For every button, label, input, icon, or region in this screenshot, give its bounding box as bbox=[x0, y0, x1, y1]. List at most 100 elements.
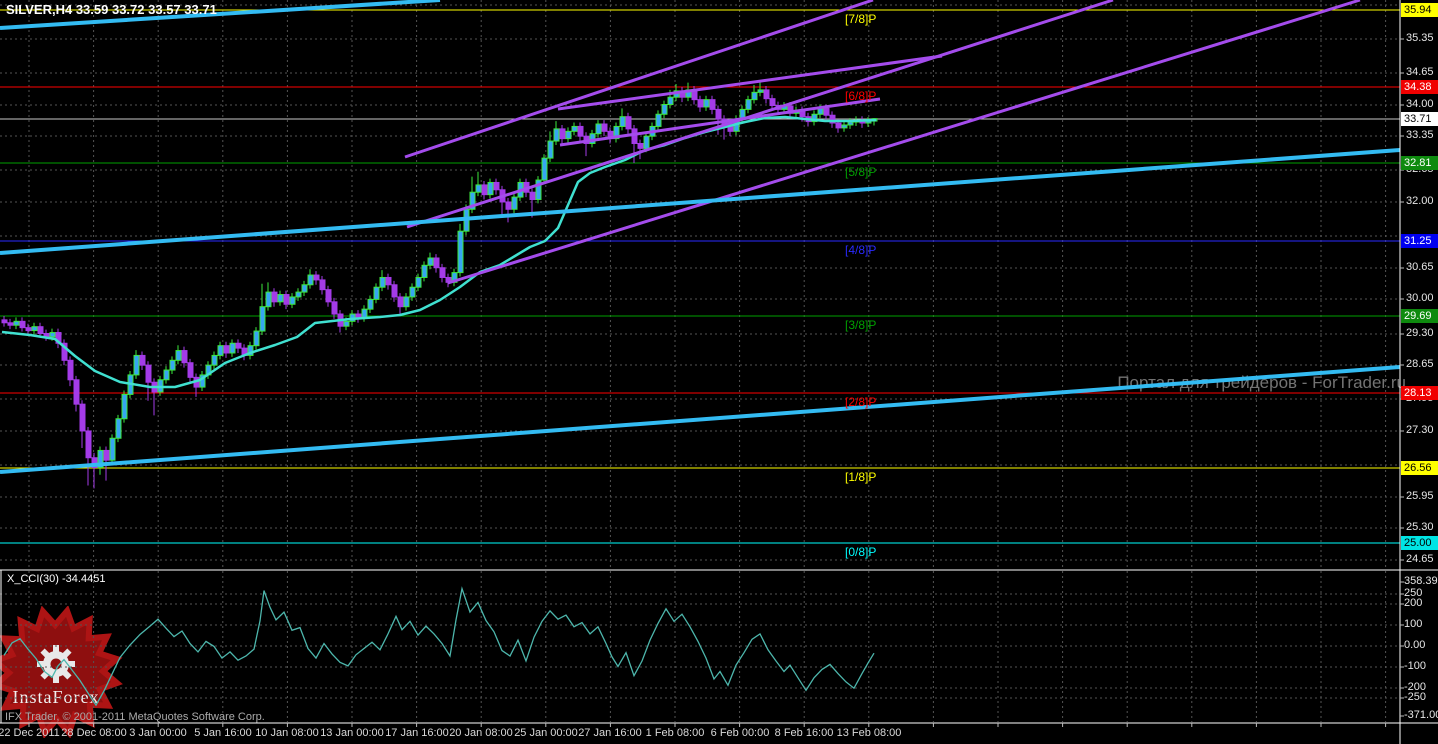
candle-body bbox=[307, 274, 314, 286]
candle-body bbox=[235, 342, 242, 349]
candle-body bbox=[721, 118, 728, 127]
candle-body bbox=[355, 313, 362, 319]
candle-body bbox=[205, 364, 212, 376]
candle-body bbox=[115, 418, 122, 439]
price-label: 27.30 bbox=[1406, 424, 1434, 436]
candle-body bbox=[31, 326, 38, 332]
price-badge: 25.00 bbox=[1401, 536, 1438, 550]
candle-body bbox=[91, 457, 98, 468]
candle-body bbox=[583, 135, 590, 144]
murrey-label: [0/8]P bbox=[845, 545, 877, 559]
candle-body bbox=[847, 121, 854, 126]
time-label[interactable]: 28 Dec 08:00 bbox=[61, 727, 126, 739]
candle-body bbox=[481, 184, 488, 196]
candle-body bbox=[361, 308, 368, 319]
candle-body bbox=[397, 296, 404, 308]
price-badge: 28.13 bbox=[1401, 386, 1438, 400]
candle-body bbox=[469, 191, 476, 210]
candle-body bbox=[559, 128, 566, 140]
candle-body bbox=[745, 99, 752, 110]
candle-body bbox=[523, 181, 530, 193]
candle-body bbox=[25, 327, 32, 332]
murrey-label: [1/8]P bbox=[845, 470, 877, 484]
trend-line-purple bbox=[559, 97, 881, 147]
cci-scale-label: 200 bbox=[1404, 597, 1423, 609]
candle-body bbox=[685, 89, 692, 98]
candle-body bbox=[283, 294, 290, 305]
candle-body bbox=[277, 294, 284, 303]
candle-body bbox=[145, 364, 152, 383]
murrey-label: [2/8]P bbox=[845, 395, 877, 409]
time-label[interactable]: 27 Jan 16:00 bbox=[578, 727, 642, 739]
time-label[interactable]: 6 Feb 00:00 bbox=[711, 727, 770, 739]
copyright-text: IFX Trader, © 2001-2011 MetaQuotes Softw… bbox=[5, 711, 265, 723]
candle-body bbox=[19, 320, 26, 329]
candle-body bbox=[547, 140, 554, 159]
price-label: 34.00 bbox=[1406, 98, 1434, 110]
candle-body bbox=[655, 113, 662, 127]
candle-body bbox=[37, 326, 44, 335]
candle-body bbox=[673, 90, 680, 98]
price-label: 32.00 bbox=[1406, 195, 1434, 207]
candle-body bbox=[391, 284, 398, 298]
candle-body bbox=[325, 289, 332, 303]
murrey-label: [3/8]P bbox=[845, 318, 877, 332]
candle-body bbox=[493, 181, 500, 191]
candle-body bbox=[553, 128, 560, 142]
time-label[interactable]: 20 Jan 08:00 bbox=[449, 727, 513, 739]
murrey-label: [6/8]P bbox=[845, 89, 877, 103]
time-label[interactable]: 25 Jan 00:00 bbox=[514, 727, 578, 739]
candle-body bbox=[211, 354, 218, 366]
candle-body bbox=[139, 354, 146, 366]
candle-body bbox=[667, 96, 674, 106]
price-badge: 35.94 bbox=[1401, 3, 1438, 17]
trend-line-purple bbox=[557, 54, 943, 111]
candle-body bbox=[787, 105, 794, 114]
price-label: 34.65 bbox=[1406, 66, 1434, 78]
murrey-label: [5/8]P bbox=[845, 165, 877, 179]
price-label: 35.35 bbox=[1406, 32, 1434, 44]
candle-body bbox=[457, 230, 464, 274]
time-label[interactable]: 17 Jan 16:00 bbox=[385, 727, 449, 739]
candle-body bbox=[769, 98, 776, 106]
time-label[interactable]: 13 Feb 08:00 bbox=[837, 727, 902, 739]
price-label: 33.35 bbox=[1406, 129, 1434, 141]
time-label[interactable]: 1 Feb 08:00 bbox=[646, 727, 705, 739]
price-label: 30.00 bbox=[1406, 292, 1434, 304]
candle-body bbox=[97, 449, 104, 468]
candle-body bbox=[403, 296, 410, 308]
time-label[interactable]: 10 Jan 08:00 bbox=[255, 727, 319, 739]
candle-body bbox=[865, 120, 872, 124]
candle-body bbox=[511, 196, 518, 210]
chart-title-ohlc: SILVER,H4 33.59 33.72 33.57 33.71 bbox=[6, 2, 217, 17]
candle-body bbox=[265, 291, 272, 308]
candle-body bbox=[175, 350, 182, 361]
candle-body bbox=[799, 109, 806, 118]
time-label[interactable]: 13 Jan 00:00 bbox=[320, 727, 384, 739]
cci-scale-label: -250 bbox=[1404, 691, 1427, 703]
candle-body bbox=[415, 276, 422, 288]
time-label[interactable]: 8 Feb 16:00 bbox=[775, 727, 834, 739]
candle-body bbox=[421, 264, 428, 278]
candle-body bbox=[127, 374, 134, 395]
candle-body bbox=[571, 125, 578, 132]
price-label: 24.65 bbox=[1406, 553, 1434, 565]
candle-body bbox=[427, 257, 434, 266]
candle-body bbox=[661, 104, 668, 115]
candle-body bbox=[379, 276, 386, 288]
candle-body bbox=[691, 89, 698, 101]
candle-body bbox=[337, 313, 344, 327]
time-label[interactable]: 22 Dec 2011 bbox=[0, 727, 60, 739]
candle-body bbox=[1, 319, 8, 324]
candle-body bbox=[187, 362, 194, 378]
time-label[interactable]: 5 Jan 16:00 bbox=[194, 727, 252, 739]
candle-body bbox=[343, 320, 350, 327]
candle-body bbox=[703, 99, 710, 108]
time-label[interactable]: 3 Jan 00:00 bbox=[129, 727, 187, 739]
candle-body bbox=[643, 135, 650, 149]
chart-canvas[interactable] bbox=[0, 0, 1438, 744]
mt4-chart-window: Портал для трейдеров - ForTrader.ru Inst… bbox=[0, 0, 1438, 744]
price-label: 29.30 bbox=[1406, 327, 1434, 339]
trend-line-purple bbox=[447, 0, 1361, 285]
candle-body bbox=[199, 374, 206, 388]
